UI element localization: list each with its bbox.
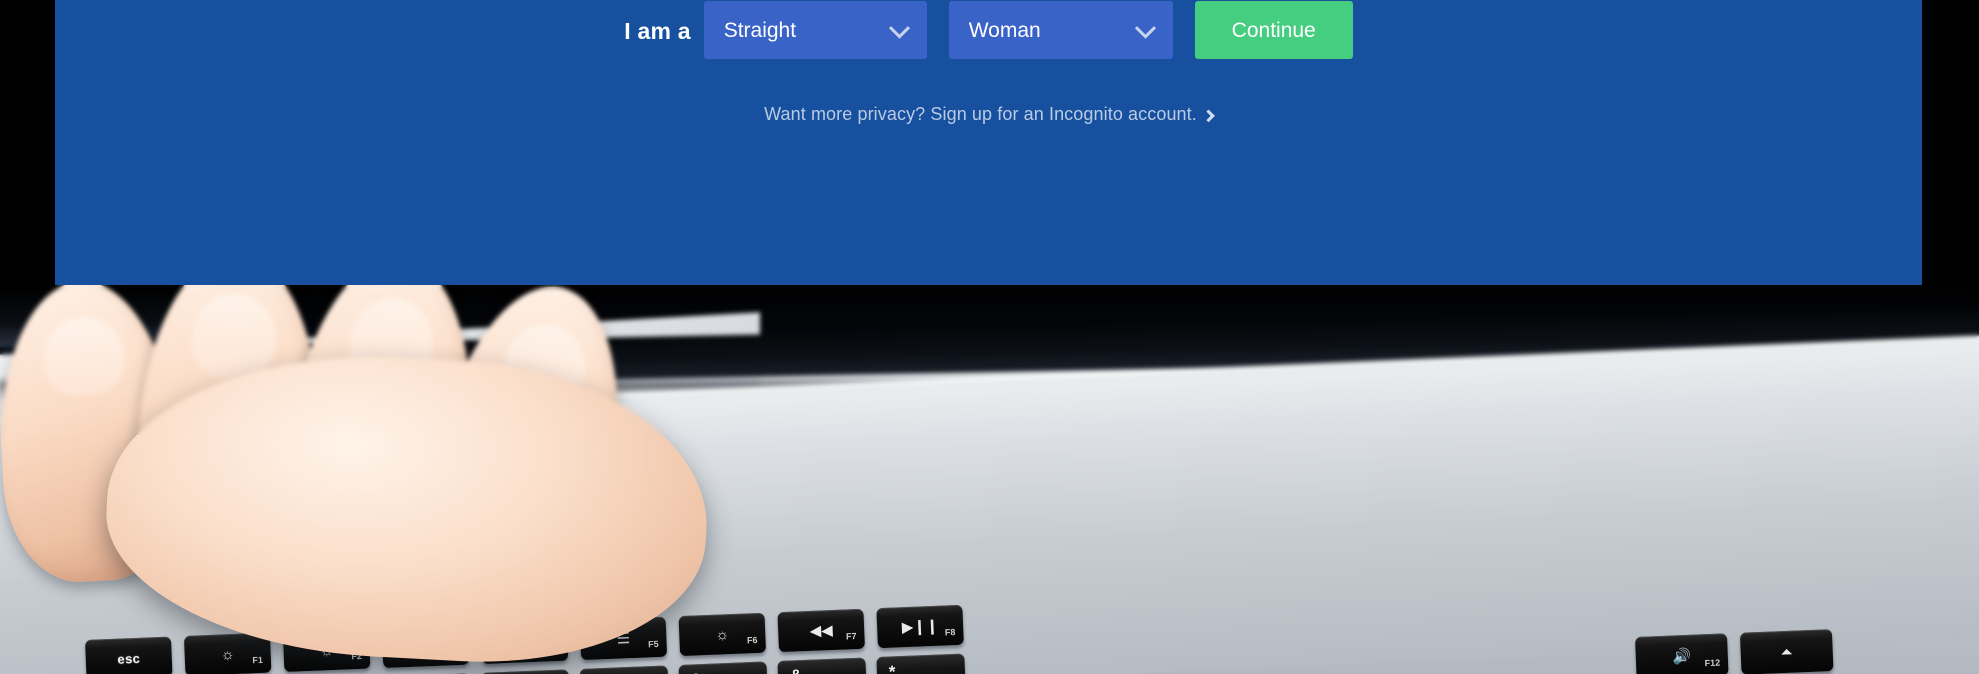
key-f8-play-pause[interactable]: ▶❙❙ F8 (876, 604, 964, 649)
chevron-right-icon[interactable] (1202, 109, 1215, 123)
gender-select[interactable]: Woman (948, 1, 1173, 59)
incognito-signup-link[interactable]: Want more privacy? Sign up for an Incogn… (764, 104, 1197, 124)
key-f7-label: F7 (845, 631, 857, 642)
right-hand (0, 285, 715, 674)
key-esc-label: esc (117, 650, 141, 667)
key-eject[interactable]: ⏶ (1739, 629, 1834, 674)
fingernail (190, 291, 278, 382)
rewind-icon: ◀◀ (809, 621, 834, 640)
keyboard-backlight-icon: ☼ (715, 625, 730, 644)
key-f5-label: F5 (647, 638, 659, 650)
i-am-a-label: I am a (624, 17, 691, 44)
key-f6-keyboard-light-up[interactable]: ☼ F6 (678, 612, 767, 657)
key-8[interactable]: * 8 (876, 653, 967, 674)
key-f8-label: F8 (944, 627, 956, 638)
gender-select-value: Woman (968, 18, 1041, 42)
brightness-icon: ☼ (220, 645, 235, 664)
play-pause-icon: ▶❙❙ (901, 617, 939, 637)
volume-icon: 🔊 (1672, 647, 1692, 666)
key-f1-brightness-down[interactable]: ☼ F1 (183, 632, 272, 674)
key-f12-volume-up[interactable]: 🔊 F12 (1635, 633, 1729, 674)
chevron-down-icon (888, 17, 910, 39)
signup-form-row: I am a Straight Woman Continue (55, 0, 1922, 60)
key-f6-label: F6 (746, 635, 758, 646)
eject-icon: ⏶ (1780, 643, 1794, 661)
signup-panel: I am a Straight Woman Continue Want more… (55, 0, 1922, 285)
chevron-down-icon (1134, 17, 1156, 39)
fingernail (41, 315, 127, 398)
key-8-top: * (888, 662, 896, 674)
key-7[interactable]: & 7 (777, 657, 868, 674)
orientation-select-value: Straight (723, 18, 797, 42)
screenshot-root: I am a Straight Woman Continue Want more… (0, 0, 1979, 674)
key-6-top: ^ (691, 670, 702, 674)
key-f1-label: F1 (252, 654, 264, 666)
right-function-key-row: 🔊 F12 ⏶ (1635, 629, 1834, 674)
continue-button[interactable]: Continue (1194, 1, 1353, 59)
key-f12-label: F12 (1704, 657, 1721, 669)
key-esc[interactable]: esc (85, 636, 173, 674)
key-7-top: & (790, 666, 803, 674)
privacy-note: Want more privacy? Sign up for an Incogn… (55, 105, 1922, 123)
key-f7-rewind[interactable]: ◀◀ F7 (777, 608, 865, 653)
orientation-select[interactable]: Straight (703, 1, 927, 59)
laptop-keyboard-photo: esc ☼ F1 ☼ F2 ▦ F3 ◉ F4 ☰ F5 (0, 285, 1979, 674)
